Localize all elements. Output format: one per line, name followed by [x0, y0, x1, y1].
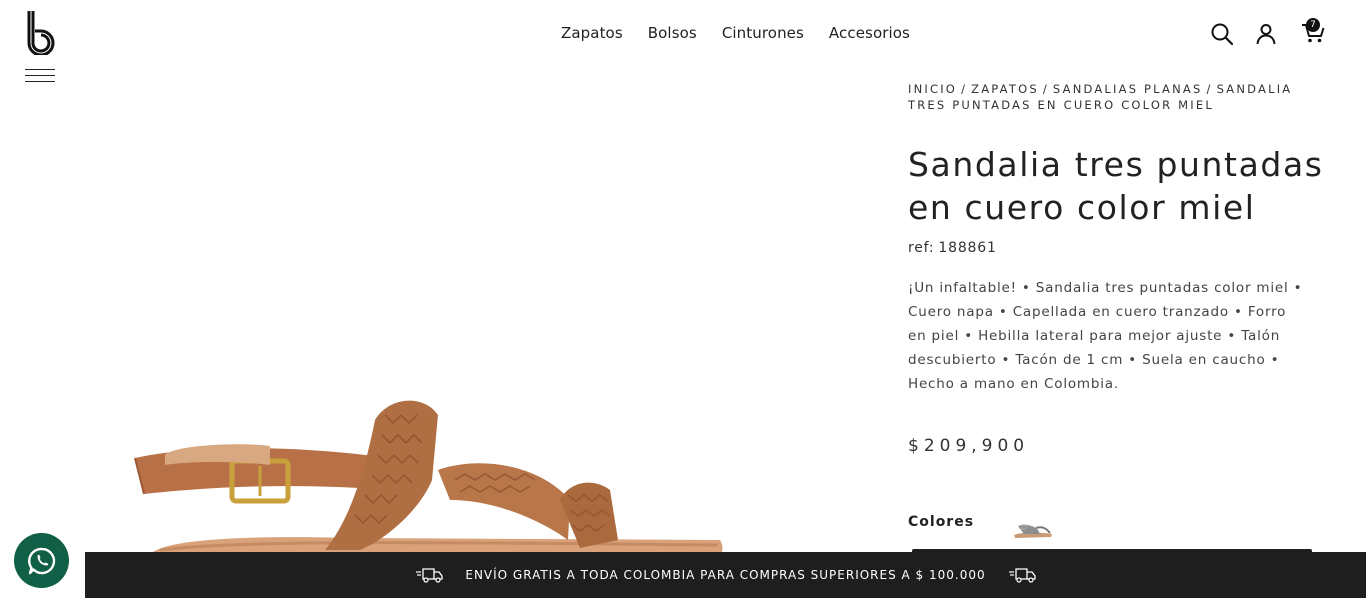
breadcrumb-inicio[interactable]: INICIO	[908, 82, 957, 96]
product-image[interactable]	[120, 390, 740, 560]
product-title: Sandalia tres puntadas en cuero color mi…	[908, 145, 1324, 227]
cart-count-badge: 7	[1306, 18, 1320, 32]
breadcrumb: INICIO / ZAPATOS / SANDALIAS PLANAS / SANDALIA…	[908, 82, 1293, 112]
breadcrumb-zapatos[interactable]: ZAPATOS	[971, 82, 1039, 96]
ref-value: 188861	[938, 240, 997, 256]
nav-bolsos[interactable]: Bolsos	[648, 24, 697, 42]
main-nav: Zapatos Bolsos Cinturones Accesorios	[561, 24, 910, 42]
promo-text: ENVÍO GRATIS A TODA COLOMBIA PARA COMPRA…	[465, 568, 986, 582]
color-swatch-sandal[interactable]	[1010, 516, 1054, 540]
colors-label: Colores	[908, 514, 975, 530]
product-ref: ref: 188861	[908, 240, 997, 256]
nav-zapatos[interactable]: Zapatos	[561, 24, 623, 42]
whatsapp-icon	[27, 547, 55, 574]
product-price: $209,900	[908, 436, 1030, 456]
nav-cinturones[interactable]: Cinturones	[722, 24, 804, 42]
promo-bar: ENVÍO GRATIS A TODA COLOMBIA PARA COMPRA…	[85, 552, 1366, 598]
truck-icon	[416, 568, 444, 583]
breadcrumb-sandalias-planas[interactable]: SANDALIAS PLANAS	[1053, 82, 1203, 96]
truck-icon	[1008, 568, 1036, 583]
brand-logo[interactable]	[24, 9, 58, 55]
product-description: ¡Un infaltable! • Sandalia tres puntadas…	[908, 280, 1303, 392]
nav-accesorios[interactable]: Accesorios	[829, 24, 910, 42]
user-icon[interactable]	[1254, 22, 1278, 46]
ref-label: ref:	[908, 240, 935, 256]
whatsapp-button[interactable]	[14, 533, 69, 588]
search-icon[interactable]	[1210, 22, 1234, 46]
menu-icon[interactable]	[25, 69, 55, 83]
